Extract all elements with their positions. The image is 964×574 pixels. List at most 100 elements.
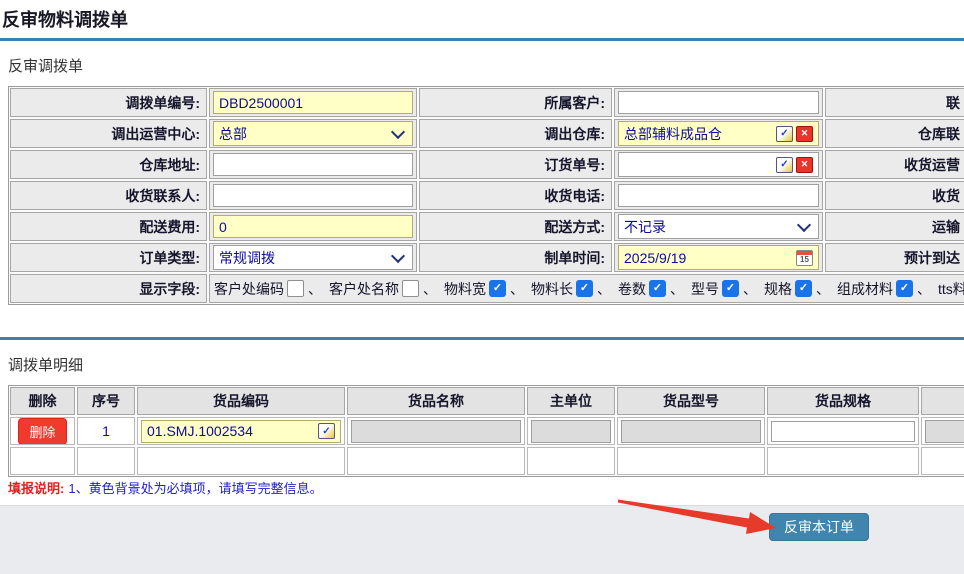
- form-section-title: 反审调拨单: [8, 55, 83, 76]
- table-row-cell: [921, 417, 964, 445]
- picker-icon[interactable]: ✓: [318, 423, 335, 439]
- create-date-label: 制单时间:: [419, 243, 612, 272]
- field-separator: 、: [816, 279, 830, 299]
- receiver-phone-input[interactable]: [618, 184, 819, 207]
- display-field-label: 物料宽: [444, 279, 486, 299]
- clear-icon[interactable]: ✕: [796, 157, 813, 173]
- receiving-center-label-cut: 收货运营: [826, 155, 960, 175]
- row-seq: 1: [102, 423, 110, 439]
- display-field-checkbox[interactable]: [896, 280, 913, 297]
- customer-input[interactable]: [618, 91, 819, 114]
- delete-row-button[interactable]: 删除: [18, 418, 66, 445]
- warehouse-address-input[interactable]: [213, 153, 413, 176]
- display-fields-label: 显示字段:: [10, 274, 207, 303]
- field-separator: 、: [510, 279, 524, 299]
- clear-icon[interactable]: ✕: [796, 126, 813, 142]
- delivery-fee-input[interactable]: [213, 215, 413, 238]
- fill-instructions: 填报说明: 1、黄色背景处为必填项，请填写完整信息。: [8, 478, 323, 497]
- order-no-picker[interactable]: ✓ ✕: [618, 152, 819, 177]
- field-separator: 、: [670, 279, 684, 299]
- display-field-label: 型号: [691, 279, 719, 299]
- empty-cell: [527, 447, 615, 475]
- table-row-cell: [347, 417, 525, 445]
- transport-label-cut: 运输: [826, 217, 960, 237]
- display-field-checkbox[interactable]: [489, 280, 506, 297]
- transfer-detail-table: 删除 序号 货品编码 货品名称 主单位 货品型号 货品规格 删除 1 01.SM…: [8, 385, 964, 477]
- spec-input[interactable]: [771, 421, 915, 442]
- display-field-label: 规格: [764, 279, 792, 299]
- empty-cell: [617, 447, 765, 475]
- table-row-cell: [527, 417, 615, 445]
- display-field-checkbox[interactable]: [287, 280, 304, 297]
- order-type-select[interactable]: 常规调拨: [213, 245, 413, 270]
- warehouse-address-label: 仓库地址:: [10, 150, 207, 179]
- col-header-item-name: 货品名称: [347, 387, 525, 415]
- display-field-checkbox[interactable]: [722, 280, 739, 297]
- title-divider: [0, 38, 964, 41]
- delivery-fee-label: 配送费用:: [10, 212, 207, 241]
- contact-label-cut: 联: [826, 93, 960, 113]
- eta-label-cut: 预计到达: [826, 248, 960, 268]
- field-separator: 、: [423, 279, 437, 299]
- empty-cell: [921, 447, 964, 475]
- col-header-spec: 货品规格: [767, 387, 919, 415]
- field-separator: 、: [597, 279, 611, 299]
- col-header-unit: 主单位: [527, 387, 615, 415]
- display-field-checkbox[interactable]: [795, 280, 812, 297]
- receiver-contact-input[interactable]: [213, 184, 413, 207]
- source-warehouse-label: 调出仓库:: [419, 119, 612, 148]
- customer-label: 所属客户:: [419, 88, 612, 117]
- col-header-item-code: 货品编码: [137, 387, 345, 415]
- empty-cell: [77, 447, 135, 475]
- empty-cell: [137, 447, 345, 475]
- source-warehouse-picker[interactable]: 总部辅料成品仓 ✓ ✕: [618, 121, 819, 146]
- table-row-cell: 删除: [10, 417, 75, 445]
- display-field-checkbox[interactable]: [576, 280, 593, 297]
- empty-cell: [347, 447, 525, 475]
- display-field-checkbox[interactable]: [402, 280, 419, 297]
- warehouse-contact-label-cut: 仓库联: [826, 124, 960, 144]
- note-label: 填报说明:: [8, 481, 64, 496]
- model-field-disabled: [621, 420, 761, 443]
- receiving-address-label-cut: 收货: [826, 186, 960, 206]
- col-header-extra-cut: [921, 387, 964, 415]
- field-separator: 、: [308, 279, 322, 299]
- order-type-label: 订单类型:: [10, 243, 207, 272]
- extra-field-disabled-cut: [925, 420, 964, 443]
- display-field-label: 组成材料: [837, 279, 893, 299]
- field-separator: 、: [917, 279, 931, 299]
- reverse-audit-button[interactable]: 反审本订单: [769, 513, 869, 541]
- table-row-cell: [767, 417, 919, 445]
- display-field-checkbox[interactable]: [649, 280, 666, 297]
- create-date-field[interactable]: 2025/9/19 15: [618, 245, 819, 270]
- calendar-icon[interactable]: 15: [796, 250, 813, 266]
- empty-cell: [10, 447, 75, 475]
- display-field-label: 客户处名称: [329, 279, 399, 299]
- page-title: 反审物料调拨单: [2, 6, 128, 32]
- note-text: 1、黄色背景处为必填项，请填写完整信息。: [68, 481, 322, 496]
- transfer-order-form: 调拨单编号: 所属客户: 联 调出运营中心: 总部 调出仓库: 总部辅料成品仓 …: [8, 86, 964, 305]
- display-field-label: 卷数: [618, 279, 646, 299]
- chevron-down-icon: [391, 124, 405, 138]
- table-row-cell: [617, 417, 765, 445]
- picker-icon[interactable]: ✓: [776, 126, 793, 142]
- chevron-down-icon: [391, 248, 405, 262]
- receiver-phone-label: 收货电话:: [419, 181, 612, 210]
- item-code-picker[interactable]: 01.SMJ.1002534 ✓: [141, 420, 341, 443]
- col-header-seq: 序号: [77, 387, 135, 415]
- receiver-contact-label: 收货联系人:: [10, 181, 207, 210]
- source-center-select[interactable]: 总部: [213, 121, 413, 146]
- display-field-label: tts料号: [938, 279, 964, 299]
- detail-section-title: 调拨单明细: [8, 354, 83, 375]
- col-header-delete: 删除: [10, 387, 75, 415]
- chevron-down-icon: [797, 217, 811, 231]
- source-center-label: 调出运营中心:: [10, 119, 207, 148]
- transfer-order-no-input[interactable]: [213, 91, 413, 114]
- empty-cell: [767, 447, 919, 475]
- item-name-field-disabled: [351, 420, 521, 443]
- table-row-cell: 1: [77, 417, 135, 445]
- display-field-label: 客户处编码: [214, 279, 284, 299]
- picker-icon[interactable]: ✓: [776, 157, 793, 173]
- delivery-method-label: 配送方式:: [419, 212, 612, 241]
- delivery-method-select[interactable]: 不记录: [618, 214, 819, 239]
